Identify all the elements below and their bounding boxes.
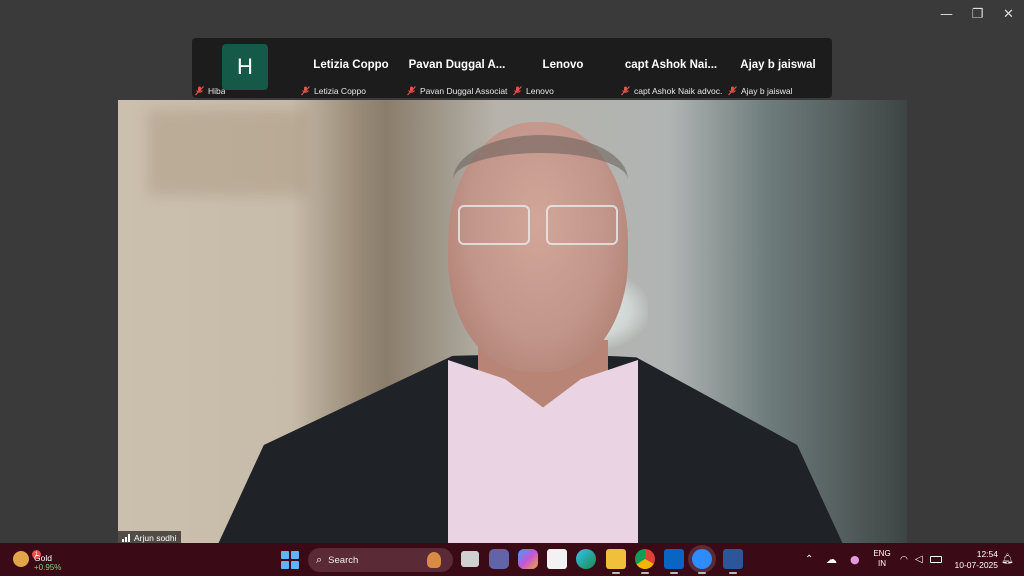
participant-name: Ajay b jaiswal: [740, 59, 816, 71]
microphone-icon[interactable]: ●: [850, 543, 860, 576]
clock-date: 10-07-2025: [954, 560, 998, 570]
participant-name: capt Ashok Nai...: [624, 59, 718, 71]
participant-tile-hiba[interactable]: H Hiba: [192, 38, 298, 98]
participant-tile-pavan-duggal[interactable]: Pavan Duggal A... Pavan Duggal Associat.…: [404, 38, 510, 98]
teams-icon[interactable]: [489, 549, 509, 569]
participant-tile-letizia-coppo[interactable]: Letizia Coppo Letizia Coppo: [298, 38, 404, 98]
muted-mic-icon: [406, 85, 417, 96]
muted-mic-icon: [300, 85, 311, 96]
participant-label: Ajay b jaiswal: [741, 85, 793, 96]
chevron-up-icon: ⌃: [805, 554, 814, 565]
language-code: ENG: [873, 549, 891, 558]
background-picture-frame: [148, 110, 308, 195]
active-speaker-video: [118, 100, 907, 543]
participant-tile-ajay-b-jaiswal[interactable]: Ajay b jaiswal Ajay b jaiswal: [725, 38, 831, 98]
signal-strength-icon: [122, 533, 131, 542]
zoom-icon[interactable]: [692, 549, 712, 574]
participant-tile-capt-ashok-naik[interactable]: capt Ashok Nai... capt Ashok Naik advoc.…: [618, 38, 724, 98]
edge-icon[interactable]: [576, 549, 596, 569]
muted-mic-icon: [727, 85, 738, 96]
search-highlight-icon: [427, 552, 441, 568]
speaker-name: Arjun sodhi: [134, 532, 177, 543]
file-explorer-icon[interactable]: [606, 549, 626, 574]
participant-label: Pavan Duggal Associat...: [420, 85, 508, 96]
search-icon: ⌕: [316, 553, 323, 566]
task-view-icon[interactable]: [461, 551, 479, 567]
search-placeholder: Search: [328, 554, 359, 566]
avatar: H: [222, 44, 268, 90]
widget-icon: [13, 551, 29, 567]
volume-icon[interactable]: ◁: [915, 543, 923, 576]
speaker-glasses: [458, 205, 623, 247]
meeting-window: — ❐ ✕ H Hiba Letizia Coppo Letizia Coppo…: [0, 0, 1024, 544]
search-box[interactable]: ⌕ Search: [308, 548, 453, 572]
close-button[interactable]: ✕: [993, 0, 1024, 28]
participant-name: Lenovo: [542, 59, 584, 71]
participant-name: Pavan Duggal A...: [408, 59, 506, 71]
notifications-icon[interactable]: 🔔︎: [1001, 543, 1014, 576]
outlook-icon[interactable]: [664, 549, 684, 574]
language-indicator[interactable]: ENG IN: [871, 549, 893, 569]
muted-mic-icon: [620, 85, 631, 96]
window-controls: — ❐ ✕: [931, 0, 1024, 28]
clock-time: 12:54: [976, 549, 998, 559]
participant-gallery-strip: H Hiba Letizia Coppo Letizia Coppo Pavan…: [192, 38, 832, 98]
participant-label: Lenovo: [526, 85, 554, 96]
region-code: IN: [878, 559, 886, 568]
word-icon[interactable]: [723, 549, 743, 574]
participant-label: capt Ashok Naik advoc...: [634, 85, 722, 96]
restore-button[interactable]: ❐: [962, 0, 993, 28]
muted-mic-icon: [194, 85, 205, 96]
clock[interactable]: 12:54 10-07-2025: [950, 549, 998, 571]
participant-name: Letizia Coppo: [313, 59, 389, 71]
chrome-icon[interactable]: [635, 549, 655, 574]
participant-label: Hiba: [208, 85, 226, 96]
widget-title: Gold: [34, 553, 52, 563]
start-button[interactable]: [281, 551, 299, 569]
widgets-button[interactable]: 1 Gold +0.95%: [10, 547, 90, 573]
wifi-icon[interactable]: ◠: [900, 543, 908, 576]
onedrive-icon[interactable]: ☁: [826, 543, 837, 576]
muted-mic-icon: [512, 85, 523, 96]
participant-tile-lenovo[interactable]: Lenovo Lenovo: [510, 38, 616, 98]
battery-icon[interactable]: [930, 543, 942, 576]
minimize-button[interactable]: —: [931, 0, 962, 28]
participant-label: Letizia Coppo: [314, 85, 366, 96]
widget-change: +0.95%: [34, 563, 62, 572]
store-icon[interactable]: [547, 549, 567, 569]
copilot-icon[interactable]: [518, 549, 538, 569]
show-hidden-icons-button[interactable]: ⌃: [805, 543, 813, 576]
